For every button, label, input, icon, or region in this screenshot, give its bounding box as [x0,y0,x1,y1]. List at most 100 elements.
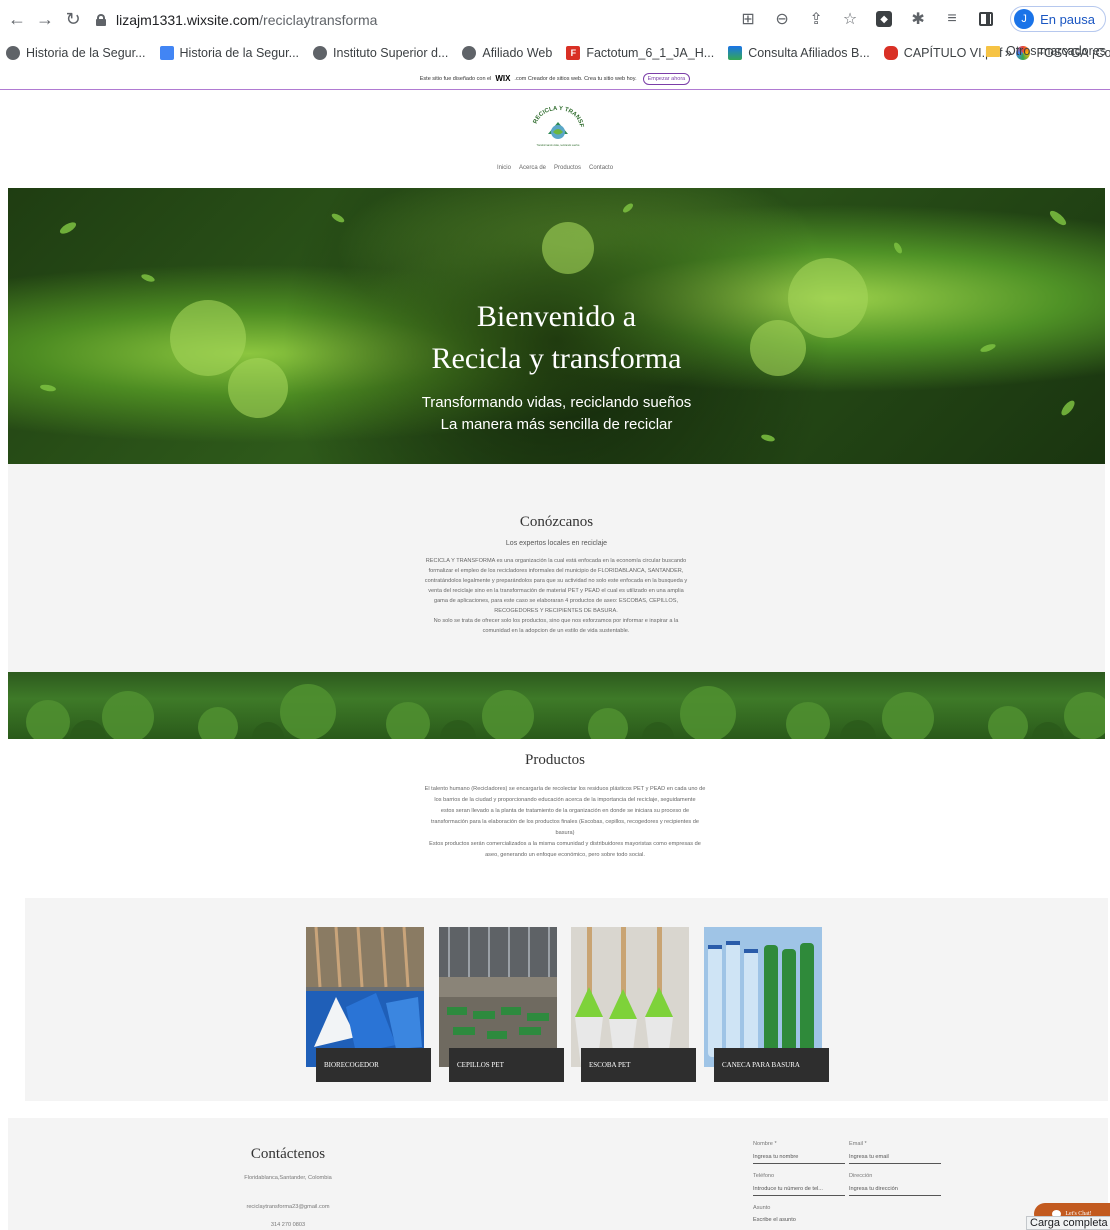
product-card-biorecogedor[interactable]: BIORECOGEDOR [306,927,431,1082]
product-image-biorecogedor [306,927,424,1067]
product-card-escoba-pet[interactable]: ESCOBA PET [571,927,696,1082]
profile-button[interactable]: J En pausa [1010,6,1106,32]
heart-icon [883,46,898,60]
doc-icon [159,46,174,60]
products-body-line: El talento humano (Recicladores) se enca… [424,786,706,792]
star-icon[interactable]: ☆ [840,9,860,29]
address-bar[interactable]: lizajm1331.wixsite.com/reciclaytransform… [96,8,566,32]
url-path: /reciclaytransforma [259,12,378,28]
products-body-line: estos seran llevado a la planta de trata… [440,808,690,814]
bookmarks-bar: Historia de la Segur... Historia de la S… [0,40,1110,66]
reload-icon[interactable]: ↻ [62,8,84,30]
products-body-line: basura) [555,830,575,836]
bookmark-item[interactable]: Historia de la Segur... [159,46,300,60]
products-title: Productos [525,752,585,768]
hero-subtitle-line-2: La manera más sencilla de reciclar [440,416,673,433]
contact-email[interactable]: reciclaytransforma23@gmail.com [188,1204,388,1210]
product-image-cepillos-pet [439,927,557,1067]
products-gallery [25,898,1108,1101]
f-icon: F [566,46,581,60]
globe-icon [6,46,20,60]
lock-icon[interactable] [96,14,106,26]
bookmark-item[interactable]: Historia de la Segur... [6,46,146,60]
subject-input[interactable]: Escribe el asunto [753,1217,845,1227]
zoom-icon[interactable]: ⊖ [772,9,792,29]
name-label: Nombre * [753,1141,777,1147]
contact-address: Floridablanca,Santander, Colombia [244,1175,332,1181]
about-body: RECICLA Y TRANSFORMA es una organización… [383,556,729,636]
back-arrow-icon[interactable]: ← [6,8,28,30]
site-logo[interactable]: RECICLA Y TRANSFORMA Transformando vidas… [528,104,588,150]
about-section: Conózcanos Los expertos locales en recic… [8,464,1105,672]
bookmark-item[interactable]: F Factotum_6_1_JA_H... [566,46,714,60]
product-image-caneca [704,927,822,1067]
avatar: J [1014,9,1035,29]
hero-section: Bienvenido a Recicla y transforma Transf… [8,188,1105,464]
nav-acerca-de[interactable]: Acerca de [519,165,546,171]
contact-phone: 314 270 0803 [270,1222,306,1228]
profile-status: En pausa [1040,11,1095,27]
about-title: Conózcanos [519,514,594,530]
bookmark-item[interactable]: Instituto Superior d... [313,46,448,60]
bookmark-item[interactable]: Consulta Afiliados B... [728,46,870,60]
reading-list-icon[interactable]: ≡ [942,9,962,29]
products-body-line: los barrios de la ciudad y proporcionand… [434,797,696,803]
product-card-cepillos-pet[interactable]: CEPILLOS PET [439,927,564,1082]
extension-icon[interactable]: ◆ [874,9,894,29]
wix-banner-text: Este sitio fue diseñado con el [419,75,492,82]
product-label: CANECA PARA BASURA [714,1048,829,1082]
browser-status-bubble: Carga completa (1 [1026,1216,1110,1230]
about-body-line: venta del reciclaje sino en la transform… [428,588,684,594]
name-input[interactable]: Ingresa tu nombre [753,1154,845,1164]
product-label: CEPILLOS PET [449,1048,564,1082]
side-panel-icon[interactable] [976,9,996,29]
product-card-caneca[interactable]: CANECA PARA BASURA [704,927,829,1082]
globe-icon [313,46,328,60]
subject-label: Asunto [753,1205,771,1211]
other-bookmarks-folder[interactable]: Otros marcadores [985,44,1106,58]
hero-subtitle: Transformando vidas, reciclando sueños L… [8,392,1105,436]
forward-arrow-icon[interactable]: → [34,8,56,30]
hero-title-line-1: Bienvenido a [476,300,637,333]
logo-tagline: Transformando vidas, reciclando sueños [537,144,581,147]
wix-start-now-button[interactable]: Empezar ahora [642,72,691,85]
about-body-line: comunidad en la adopcion de un estilo de… [482,628,630,634]
bookmark-label: Afiliado Web [482,46,553,60]
address-input[interactable]: Ingresa tu dirección [849,1186,941,1196]
nav-contacto[interactable]: Contacto [589,165,613,171]
product-label: ESCOBA PET [581,1048,696,1082]
products-body-line: transformación para la elaboración de lo… [430,819,700,825]
about-body-line: RECOGEDORES Y RECIPIENTES DE BASURA. [494,608,618,614]
email-label: Email * [849,1141,867,1147]
browser-toolbar: ← → ↻ lizajm1331.wixsite.com/reciclaytra… [0,0,1110,38]
translate-icon[interactable]: ⊞ [738,9,758,29]
wix-banner-text-2: .com Creador de sitios web. Crea tu siti… [514,75,637,82]
cross-icon [728,46,743,60]
wix-logo[interactable]: WIX [495,74,510,83]
wix-banner: Este sitio fue diseñado con el WIX .com … [0,68,1110,90]
forest-banner-image [8,672,1105,739]
puzzle-icon[interactable]: ✱ [908,9,928,29]
globe-icon [462,46,477,60]
contact-section [8,1118,1108,1230]
share-icon[interactable]: ⇪ [806,9,826,29]
products-body: El talento humano (Recicladores) se enca… [392,784,738,861]
site-nav: Inicio Acerca de Productos Contacto [0,165,1110,171]
about-body-line: contratándolos legalmente y preparándolo… [424,578,688,584]
contact-title: Contáctenos [250,1146,326,1162]
url-host: lizajm1331.wixsite.com [116,12,260,28]
about-body-line: RECICLA Y TRANSFORMA es una organización… [425,558,687,564]
email-input[interactable]: Ingresa tu email [849,1154,941,1164]
phone-input[interactable]: Introduce tu número de tel... [753,1186,845,1196]
bookmark-item[interactable]: Afiliado Web [462,46,552,60]
phone-label: Teléfono [753,1173,775,1179]
bookmark-label: Historia de la Segur... [26,46,146,60]
nav-productos[interactable]: Productos [554,165,581,171]
nav-inicio[interactable]: Inicio [497,165,511,171]
about-body-line: formalizar el empleo de los recicladores… [428,568,684,574]
bookmark-label: Historia de la Segur... [179,46,300,60]
bookmark-item[interactable]: CAPÍTULO VI.pdf [883,46,1002,60]
about-subtitle: Los expertos locales en reciclaje [505,540,608,547]
product-image-escoba-pet [571,927,689,1067]
folder-icon [985,45,1000,57]
